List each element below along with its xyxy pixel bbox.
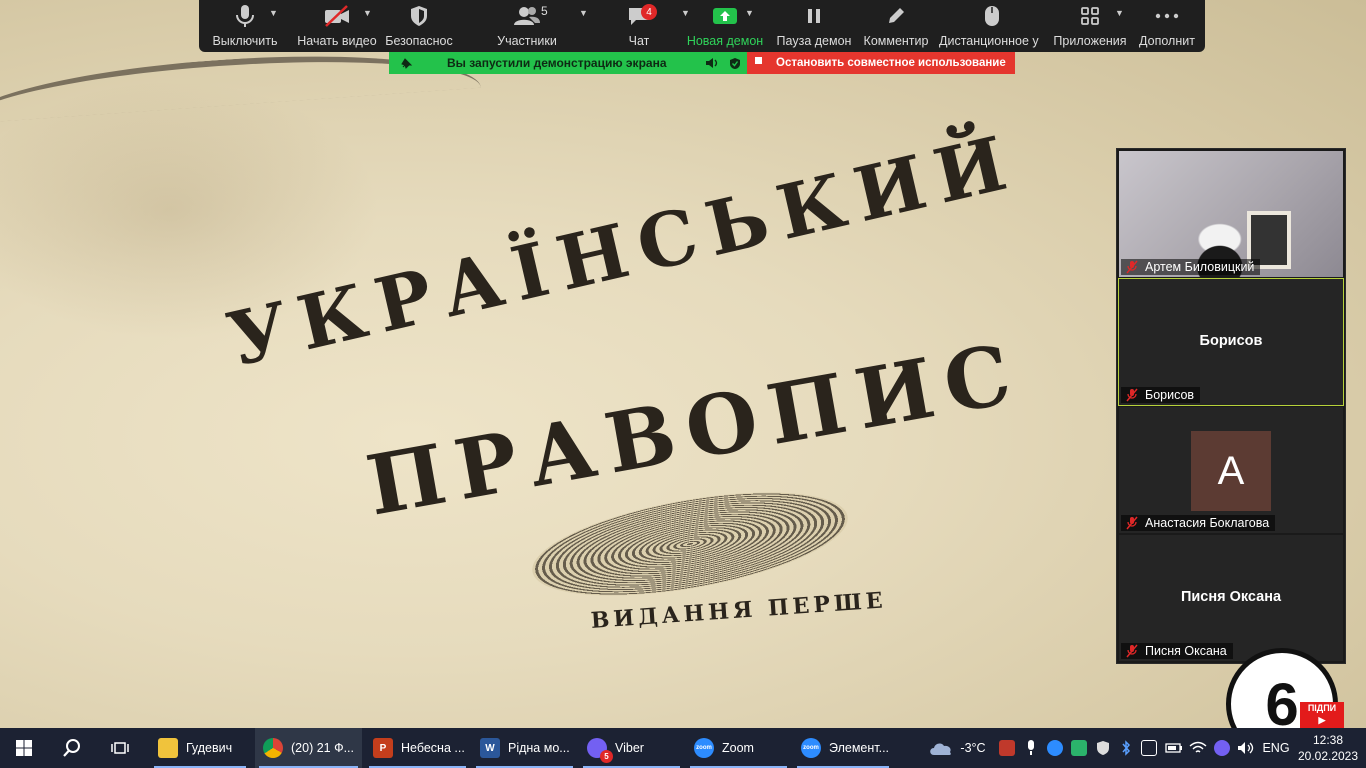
tray-microphone-icon[interactable] (1022, 728, 1040, 768)
word-icon: W (480, 738, 500, 758)
participant-tile[interactable]: А Анастасия Боклагова (1119, 407, 1343, 533)
cloud-icon (930, 743, 952, 755)
clock-time: 12:38 (1312, 733, 1344, 747)
pause-icon (808, 9, 820, 23)
participants-button[interactable]: 5 ▼ Участники (455, 0, 599, 52)
windows-logo-icon (16, 740, 32, 756)
participant-name: Борисов (1145, 388, 1195, 402)
pin-icon[interactable] (401, 57, 413, 69)
security-button[interactable]: Безопаснос (383, 0, 455, 52)
participant-name: Писня Оксана (1145, 644, 1227, 658)
chevron-down-icon[interactable]: ▼ (269, 8, 278, 18)
pencil-icon (889, 8, 904, 23)
participant-name: Артем Биловицкий (1145, 260, 1255, 274)
more-button[interactable]: Дополнит (1131, 0, 1203, 52)
viber-icon: 5 (587, 738, 613, 763)
windows-taskbar: Гудевич (20) 21 Ф... P Небесна ... W Рід… (0, 728, 1366, 768)
sharing-status-text: Вы запустили демонстрацию экрана (447, 56, 667, 70)
mouse-icon (985, 6, 999, 26)
tray-zoom-icon[interactable] (1046, 728, 1064, 768)
participants-count: 5 (541, 4, 548, 18)
start-video-button[interactable]: ▼ Начать видео (291, 0, 383, 52)
participant-display-name: Писня Оксана (1180, 589, 1282, 605)
remote-control-button[interactable]: Дистанционное у (935, 0, 1049, 52)
taskbar-app-explorer[interactable]: Гудевич (150, 728, 250, 768)
chrome-icon (263, 738, 283, 758)
wifi-icon[interactable] (1188, 728, 1208, 768)
annotate-button[interactable]: Комментир (857, 0, 935, 52)
subscribe-badge: ПІДПИ ▶ (1300, 702, 1344, 728)
apps-button[interactable]: ▼ Приложения (1049, 0, 1131, 52)
stop-square-icon (755, 56, 762, 64)
shield-icon (411, 6, 427, 26)
tray-app-icon[interactable] (1070, 728, 1088, 768)
new-share-button[interactable]: ▼ Новая демон (679, 0, 771, 52)
chevron-down-icon[interactable]: ▼ (1115, 8, 1124, 18)
shield-check-icon[interactable] (729, 57, 741, 70)
powerpoint-icon: P (373, 738, 393, 758)
tray-app-icon[interactable] (1140, 728, 1158, 768)
more-dots-icon (1155, 13, 1179, 19)
avatar: А (1191, 431, 1271, 511)
participant-tile[interactable]: Писня Оксана Писня Оксана (1119, 535, 1343, 661)
microphone-icon (236, 5, 254, 27)
viber-unread-badge: 5 (600, 750, 613, 763)
participant-name: Анастасия Боклагова (1145, 516, 1270, 530)
mic-muted-icon (1126, 516, 1138, 530)
task-view-icon (111, 742, 129, 754)
taskbar-app-chrome[interactable]: (20) 21 Ф... (255, 728, 362, 768)
battery-icon[interactable] (1164, 728, 1184, 768)
apps-icon (1081, 7, 1099, 25)
stop-share-button[interactable]: Остановить совместное использование (747, 52, 1015, 74)
taskbar-app-powerpoint[interactable]: P Небесна ... (365, 728, 470, 768)
chevron-down-icon[interactable]: ▼ (363, 8, 372, 18)
participants-gallery: Артем Биловицкий Борисов Борисов А Анаст… (1116, 148, 1346, 664)
participant-tile[interactable]: Артем Биловицкий (1119, 151, 1343, 277)
chevron-down-icon[interactable]: ▼ (579, 8, 588, 18)
chat-unread-badge: 4 (641, 4, 657, 20)
tray-shield-icon[interactable] (1094, 728, 1112, 768)
mic-muted-icon (1126, 644, 1138, 658)
language-indicator[interactable]: ENG (1260, 728, 1292, 768)
tray-app-icon[interactable] (998, 728, 1016, 768)
taskbar-app-viber[interactable]: 5 Viber (579, 728, 684, 768)
volume-icon[interactable] (1236, 728, 1256, 768)
stop-share-label: Остановить совместное использование (776, 57, 1006, 69)
start-button[interactable] (0, 728, 48, 768)
play-icon: ▶ (1318, 715, 1326, 725)
folder-icon (158, 738, 178, 758)
speaker-icon[interactable] (705, 57, 719, 69)
participant-tile-active-speaker[interactable]: Борисов Борисов (1118, 278, 1344, 406)
participant-display-name: Борисов (1199, 333, 1263, 349)
share-screen-icon (713, 8, 737, 24)
clock[interactable]: 12:38 20.02.2023 (1296, 728, 1360, 768)
chevron-down-icon[interactable]: ▼ (745, 8, 754, 18)
video-off-icon (325, 5, 349, 27)
taskbar-app-zoom-elements[interactable]: zoom Элемент... (793, 728, 893, 768)
task-view-button[interactable] (96, 728, 144, 768)
meeting-toolbar: ▼ Выключить ▼ Начать видео Безопаснос 5 … (199, 0, 1205, 52)
search-icon (63, 739, 80, 757)
tray-viber-icon[interactable] (1212, 728, 1232, 768)
search-button[interactable] (48, 728, 96, 768)
tray-bluetooth-icon[interactable] (1118, 728, 1134, 768)
mute-button[interactable]: ▼ Выключить (199, 0, 291, 52)
mic-muted-icon (1126, 388, 1138, 402)
participants-icon (514, 7, 540, 25)
taskbar-app-word[interactable]: W Рідна мо... (472, 728, 577, 768)
pause-share-button[interactable]: Пауза демон (771, 0, 857, 52)
clock-date: 20.02.2023 (1297, 749, 1359, 763)
taskbar-app-zoom[interactable]: zoom Zoom (686, 728, 791, 768)
zoom-icon: zoom (694, 738, 714, 758)
weather-widget[interactable]: -3°C (922, 728, 992, 768)
zoom-icon: zoom (801, 738, 821, 758)
mic-muted-icon (1126, 260, 1138, 274)
sharing-status-banner[interactable]: Вы запустили демонстрацию экрана (389, 52, 747, 74)
chat-button[interactable]: 4 ▼ Чат (599, 0, 690, 52)
